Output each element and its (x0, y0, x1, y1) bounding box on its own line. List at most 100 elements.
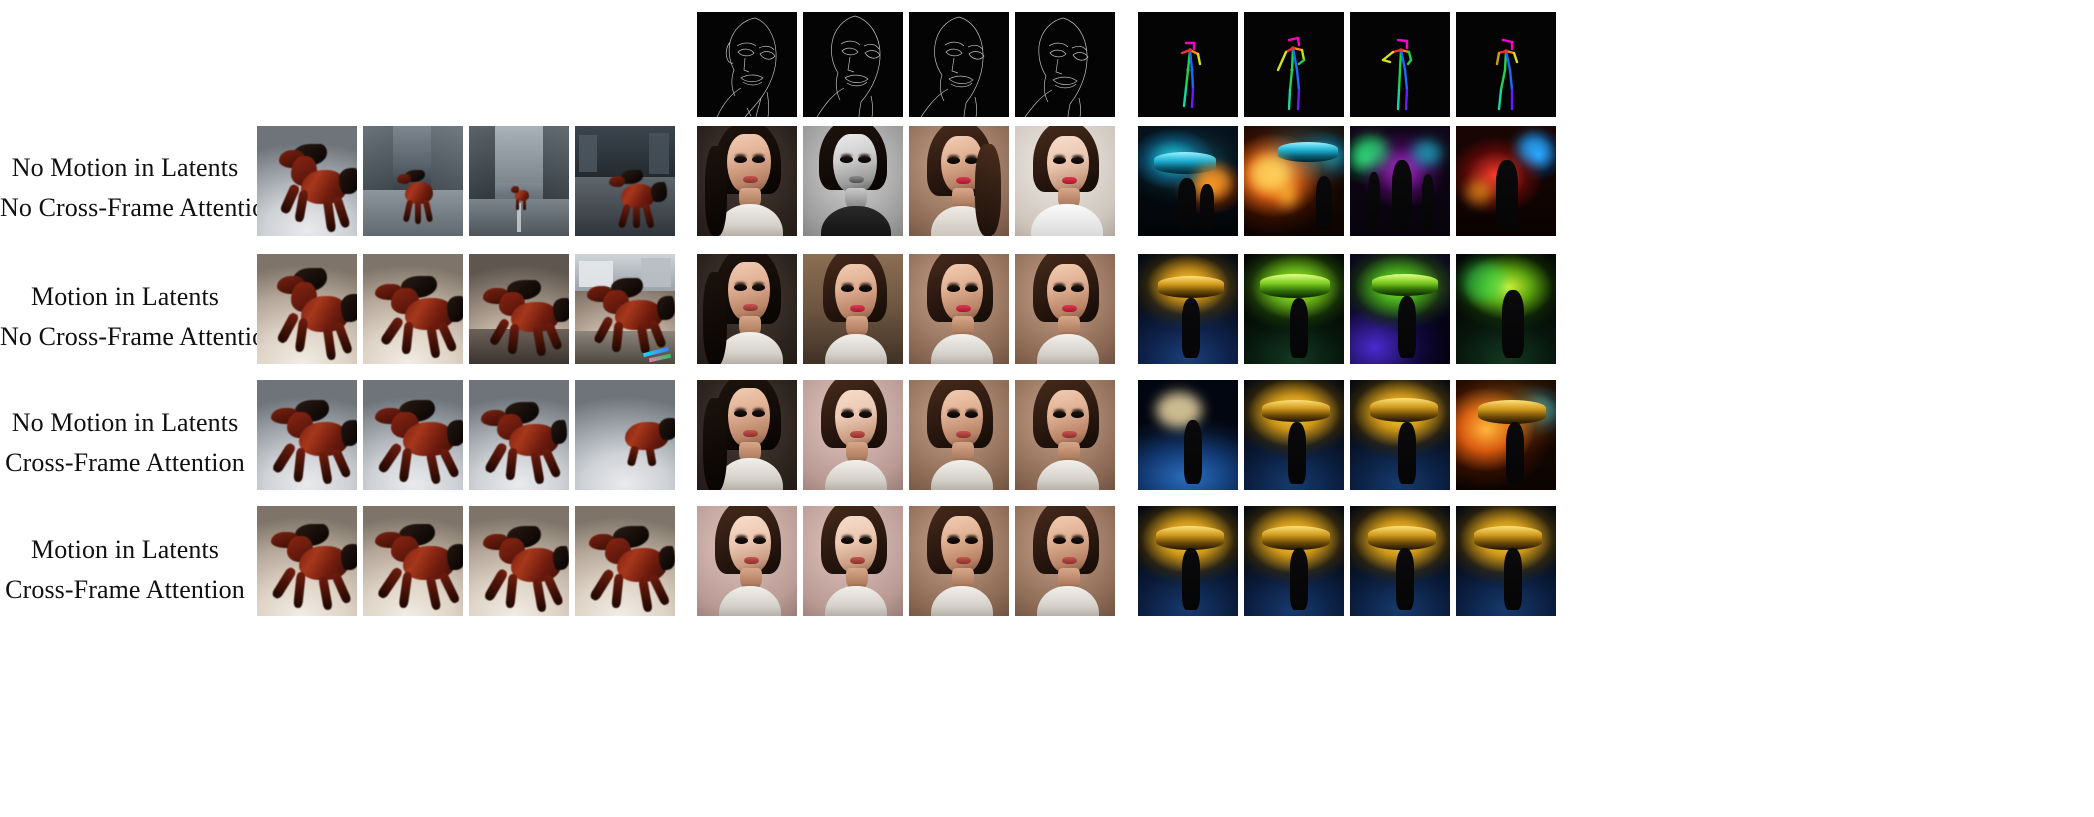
pose-dancer-frame-1 (1138, 12, 1238, 117)
horse-subject (619, 414, 675, 468)
canny-edge-drawing (697, 12, 797, 117)
face-subject (1015, 380, 1115, 490)
face-r3-f4 (1015, 380, 1115, 490)
horse-subject (367, 524, 463, 612)
saucer-shape (1158, 276, 1224, 298)
openpose-skeleton (1350, 12, 1450, 117)
face-subject (803, 254, 903, 364)
row-label-3-line1: No Motion in Latents (11, 408, 239, 437)
pose-dancer-frame-2 (1244, 12, 1344, 117)
saucer-shape (1278, 142, 1338, 162)
dancer-silhouette (1316, 176, 1332, 230)
face-r4-f4 (1015, 506, 1115, 616)
horse-r3-f1 (257, 380, 357, 490)
dancer-silhouette (1502, 290, 1524, 358)
horse-r4-f1 (257, 506, 357, 616)
row-label-2-line1: Motion in Latents (30, 282, 220, 311)
horse-r1-f1 (257, 126, 357, 236)
face-r4-f3 (909, 506, 1009, 616)
horse-subject (471, 526, 569, 613)
dancer-r2-f2 (1244, 254, 1344, 364)
face-r3-f2 (803, 380, 903, 490)
horse-subject (263, 140, 357, 234)
pose-dancer-frame-4 (1456, 12, 1556, 117)
face-subject (697, 380, 797, 490)
horse-subject (581, 278, 675, 356)
dancer-silhouette (1182, 548, 1200, 610)
dancer-r3-f1 (1138, 380, 1238, 490)
dancer-silhouette (1290, 298, 1308, 358)
horse-subject (367, 400, 463, 486)
face-subject (1015, 506, 1115, 616)
canny-face-frame-1 (697, 12, 797, 117)
canny-face-frame-4 (1015, 12, 1115, 117)
face-subject (803, 380, 903, 490)
ablation-figure: No Motion in Latents No Cross-Frame Atte… (0, 0, 2094, 817)
row-label-2: Motion in Latents No Cross-Frame Attenti… (0, 277, 279, 356)
dancer-silhouette (1496, 160, 1518, 230)
horse-r2-f1 (257, 254, 357, 364)
dancer-silhouette (1184, 420, 1202, 484)
face-subject (697, 254, 797, 364)
dancer-silhouette (1504, 548, 1522, 610)
horse-r2-f4 (575, 254, 675, 364)
face-r2-f2 (803, 254, 903, 364)
saucer-shape (1368, 526, 1436, 550)
canny-face-frame-2 (803, 12, 903, 117)
openpose-skeleton (1138, 12, 1238, 117)
face-subject (909, 380, 1009, 490)
face-r1-f1 (697, 126, 797, 236)
horse-r3-f3 (469, 380, 569, 490)
dancer-silhouette (1178, 178, 1196, 230)
saucer-shape (1260, 274, 1330, 298)
horse-r1-f2 (363, 126, 463, 236)
dancer-r3-f3 (1350, 380, 1450, 490)
face-r3-f1 (697, 380, 797, 490)
horse-subject (605, 170, 667, 229)
canny-face-frame-3 (909, 12, 1009, 117)
face-r1-f3 (909, 126, 1009, 236)
dancer-silhouette (1288, 422, 1306, 484)
saucer-shape (1478, 400, 1546, 424)
face-subject (1015, 254, 1115, 364)
dancer-r3-f2 (1244, 380, 1344, 490)
dancer-r4-f4 (1456, 506, 1556, 616)
dancer-silhouette (1506, 422, 1524, 484)
horse-r4-f2 (363, 506, 463, 616)
horse-r3-f2 (363, 380, 463, 490)
row-label-3-line2: Cross-Frame Attention (5, 447, 245, 477)
face-subject (697, 126, 797, 236)
face-subject (909, 506, 1009, 616)
saucer-shape (1372, 274, 1438, 296)
dancer-r1-f4 (1456, 126, 1556, 236)
dancer-silhouette (1392, 160, 1412, 230)
horse-subject (261, 400, 357, 486)
row-label-4: Motion in Latents Cross-Frame Attention (0, 530, 250, 609)
dancer-silhouette (1368, 172, 1380, 230)
face-subject (909, 254, 1009, 364)
dancer-r2-f4 (1456, 254, 1556, 364)
saucer-shape (1370, 398, 1438, 422)
face-r4-f2 (803, 506, 903, 616)
dancer-r4-f3 (1350, 506, 1450, 616)
dancer-r4-f2 (1244, 506, 1344, 616)
dancer-silhouette (1398, 296, 1416, 358)
horse-r1-f4 (575, 126, 675, 236)
face-r1-f4 (1015, 126, 1115, 236)
row-label-4-line1: Motion in Latents (30, 535, 220, 564)
dancer-silhouette (1422, 174, 1434, 230)
openpose-skeleton (1456, 12, 1556, 117)
horse-subject (261, 524, 357, 612)
dancer-silhouette (1182, 298, 1200, 358)
canny-edge-drawing (803, 12, 903, 117)
face-r2-f1 (697, 254, 797, 364)
saucer-shape (1262, 400, 1330, 422)
horse-subject (391, 170, 439, 228)
dancer-silhouette (1398, 422, 1416, 484)
face-r1-f2 (803, 126, 903, 236)
face-subject (909, 126, 1009, 236)
canny-edge-drawing (909, 12, 1009, 117)
face-subject (1015, 126, 1115, 236)
row-label-2-line2: No Cross-Frame Attention (0, 321, 279, 351)
face-subject (803, 506, 903, 616)
